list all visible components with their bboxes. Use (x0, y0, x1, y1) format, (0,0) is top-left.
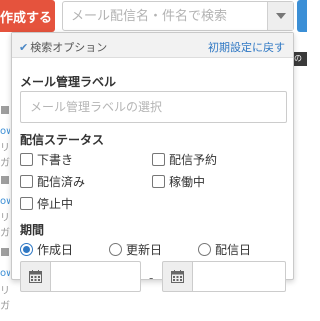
status-checkbox-label: 配信済み (37, 175, 86, 189)
date-from-calendar-button[interactable] (20, 261, 51, 292)
background-row-text: リガ (0, 282, 10, 312)
date-to-calendar-button[interactable] (162, 261, 193, 292)
background-row-link-text: ow (0, 268, 10, 279)
calendar-icon (171, 270, 184, 283)
background-row-link[interactable]: ow (0, 268, 10, 279)
status-section-title: 配信ステータス (20, 133, 105, 147)
period-radio-created[interactable]: 作成日 (20, 241, 73, 258)
background-row-link[interactable]: ow (0, 126, 10, 137)
status-checkbox-label: 稼働中 (169, 175, 206, 189)
label-select[interactable]: メール管理ラベルの選択 (20, 91, 287, 123)
check-icon: ✔ (19, 40, 29, 54)
create-button-label: 作成する (0, 10, 52, 26)
date-range-separator: - (149, 271, 154, 285)
reset-defaults-link[interactable]: 初期設定に戻す (208, 39, 285, 55)
search-options-title[interactable]: ✔ 検索オプション (19, 39, 107, 55)
search-options-toggle[interactable] (267, 2, 293, 30)
background-row-gray-text: リガ (0, 213, 10, 239)
background-row-gray-text: リガ (0, 143, 10, 169)
date-to-input[interactable] (193, 261, 286, 292)
status-checkbox-label: 停止中 (37, 197, 74, 211)
label-section-title: メール管理ラベル (20, 75, 117, 89)
background-row-marker (1, 106, 9, 114)
screen: 作成する のみ ow リガ ow リガ ow リガ ✔ 検索オプション (0, 0, 307, 321)
status-checkbox-draft[interactable]: 下書き (20, 151, 73, 168)
search-options-panel: ✔ 検索オプション 初期設定に戻す メール管理ラベル メール管理ラベルの選択 配… (11, 32, 294, 292)
status-checkbox-label: 下書き (37, 153, 74, 167)
checkbox[interactable] (20, 153, 33, 166)
background-row-marker (1, 248, 9, 256)
date-from-input[interactable] (51, 261, 141, 292)
search-submit-button[interactable] (297, 0, 307, 32)
checkbox[interactable] (152, 153, 165, 166)
background-badge: のみ (294, 52, 307, 66)
calendar-icon (29, 270, 42, 283)
label-select-placeholder: メール管理ラベルの選択 (30, 100, 163, 114)
date-to-group (162, 261, 286, 292)
background-badge-text: のみ (294, 54, 302, 63)
status-checkbox-scheduled[interactable]: 配信予約 (152, 151, 217, 168)
status-checkbox-label: 配信予約 (169, 153, 218, 167)
period-radio-label: 配信日 (215, 243, 252, 257)
search-options-header: ✔ 検索オプション 初期設定に戻す (12, 33, 293, 58)
search-options-title-text: 検索オプション (30, 41, 108, 54)
date-from-group (20, 261, 141, 292)
background-row-text: リガ (0, 139, 10, 169)
background-row-text: リガ (0, 209, 10, 239)
background-row-marker (1, 176, 9, 184)
period-section-title: 期間 (20, 223, 45, 237)
background-row-link-text: ow (0, 126, 10, 137)
checkbox[interactable] (20, 197, 33, 210)
background-row-link[interactable]: ow (0, 196, 10, 207)
checkbox[interactable] (152, 175, 165, 188)
background-row-gray-text: リガ (0, 286, 10, 312)
status-checkbox-sent[interactable]: 配信済み (20, 173, 85, 190)
checkbox[interactable] (20, 175, 33, 188)
period-radio-label: 作成日 (37, 243, 74, 257)
period-radio-delivered[interactable]: 配信日 (198, 241, 251, 258)
radio[interactable] (109, 243, 122, 256)
create-button[interactable]: 作成する (0, 0, 55, 32)
search-box (62, 1, 294, 31)
search-input[interactable] (63, 2, 268, 30)
status-checkbox-active[interactable]: 稼働中 (152, 173, 205, 190)
radio[interactable] (198, 243, 211, 256)
radio-selected[interactable] (20, 243, 33, 256)
period-radio-label: 更新日 (126, 243, 163, 257)
period-radio-updated[interactable]: 更新日 (109, 241, 162, 258)
background-row-link-text: ow (0, 196, 10, 207)
status-checkbox-stopped[interactable]: 停止中 (20, 195, 73, 212)
caret-down-icon (275, 13, 286, 19)
